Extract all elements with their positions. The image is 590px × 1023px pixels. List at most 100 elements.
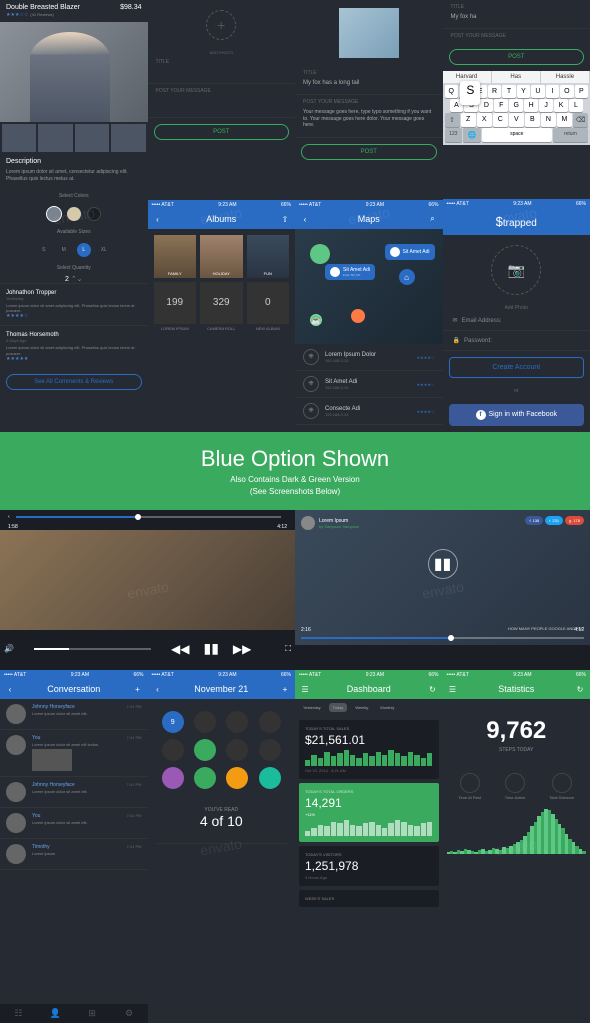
conversation-item[interactable]: Johnny Horseyface7:41 PM Lorem ipsum dol… <box>0 777 148 808</box>
calendar-day[interactable] <box>259 767 281 789</box>
kb-key[interactable]: Z <box>461 113 476 127</box>
kb-key[interactable]: X <box>477 113 492 127</box>
conversation-item[interactable]: Timothy7:41 PM Lorem ipsum <box>0 839 148 870</box>
calendar-day[interactable] <box>259 711 281 733</box>
add-icon[interactable]: + <box>132 683 144 695</box>
kb-key[interactable]: L <box>569 99 583 112</box>
kb-key[interactable]: B <box>525 113 540 127</box>
kb-key[interactable]: N <box>541 113 556 127</box>
kb-key[interactable]: C <box>493 113 508 127</box>
back-icon[interactable]: ‹ <box>152 683 164 695</box>
calendar-day[interactable] <box>226 767 248 789</box>
kb-key[interactable]: O <box>560 85 573 98</box>
message-input[interactable] <box>148 98 296 118</box>
kb-key[interactable]: SS <box>464 99 478 112</box>
album[interactable]: HOLIDAY <box>200 235 243 278</box>
photo-preview[interactable] <box>339 8 399 58</box>
tab-icon[interactable]: 👤 <box>37 1008 74 1019</box>
size-option[interactable]: S <box>37 243 51 257</box>
back-icon[interactable]: ‹ <box>8 514 10 520</box>
kb-space[interactable]: space <box>482 128 552 142</box>
map-pin-icon[interactable] <box>310 244 330 264</box>
thumbnail[interactable] <box>75 124 109 152</box>
kb-key[interactable]: Y <box>517 85 530 98</box>
menu-icon[interactable]: ☰ <box>299 683 311 695</box>
album[interactable]: 0 <box>247 282 290 325</box>
add-photo-button[interactable]: 📷 <box>491 245 541 295</box>
kb-key[interactable]: M <box>557 113 572 127</box>
conversation-item[interactable]: You7:41 PM Lorem ipsum dolor sit amet el… <box>0 808 148 839</box>
title-input[interactable] <box>148 69 296 84</box>
search-icon[interactable]: ⌕ <box>426 213 438 225</box>
post-button[interactable]: POST <box>154 124 290 140</box>
kb-key[interactable]: J <box>539 99 553 112</box>
pause-button[interactable]: ▮▮ <box>204 640 219 657</box>
calendar-day[interactable] <box>162 767 184 789</box>
thumbnail[interactable] <box>111 124 145 152</box>
kb-key[interactable]: F <box>494 99 508 112</box>
kb-return[interactable]: return <box>553 128 588 142</box>
kb-suggestion[interactable]: Hassle <box>541 71 590 83</box>
location-item[interactable]: ⎈Consecte Adi192.168.0.13★★★★☆ <box>295 398 443 425</box>
qty-stepper[interactable]: ⌃⌄ <box>71 276 83 283</box>
video-canvas[interactable] <box>0 530 295 630</box>
calendar-day[interactable] <box>259 739 281 761</box>
album[interactable]: 329 <box>200 282 243 325</box>
size-option[interactable]: L <box>77 243 91 257</box>
back-icon[interactable]: ‹ <box>299 213 311 225</box>
tab-icon[interactable]: ⚙ <box>111 1008 148 1019</box>
thumbnail[interactable] <box>38 124 72 152</box>
thumbnail[interactable] <box>2 124 36 152</box>
kb-suggestion[interactable]: Has <box>492 71 541 83</box>
next-button[interactable]: ▶▶ <box>233 642 251 656</box>
map-pin-icon[interactable]: ☕ <box>310 314 322 326</box>
dash-tab[interactable]: Monthly <box>376 703 398 712</box>
video-canvas[interactable]: Lorem Ipsumby Sampson Sampson f138 t231 … <box>295 510 590 645</box>
size-option[interactable]: M <box>57 243 71 257</box>
kb-numeric[interactable]: 123 <box>445 128 463 142</box>
twitter-count[interactable]: t231 <box>545 516 563 525</box>
google-count[interactable]: g178 <box>565 516 584 525</box>
kb-shift[interactable]: ⇧ <box>445 113 460 127</box>
play-button[interactable]: ▮▮ <box>428 549 458 579</box>
kb-globe[interactable]: 🌐 <box>463 128 481 142</box>
create-account-button[interactable]: Create Account <box>449 357 585 378</box>
album[interactable]: FUN <box>247 235 290 278</box>
title-input[interactable]: My fox has a long tail <box>295 80 443 95</box>
location-item[interactable]: ⎈Lorem Ipsum Dolor192.168.0.13★★★★☆ <box>295 344 443 371</box>
map-callout[interactable]: Sit Amet AdiFrom NY, NY <box>325 264 375 280</box>
post-button[interactable]: POST <box>301 144 437 160</box>
message-input[interactable]: Your message goes here, type typo someth… <box>295 109 443 138</box>
refresh-icon[interactable]: ↻ <box>427 683 439 695</box>
calendar-day[interactable] <box>194 711 216 733</box>
menu-icon[interactable]: ☰ <box>447 683 459 695</box>
location-item[interactable]: ⎈Sit Amet Adi192.168.0.13★★★★☆ <box>295 371 443 398</box>
volume-icon[interactable]: 🔊 <box>4 644 14 653</box>
kb-backspace[interactable]: ⌫ <box>573 113 588 127</box>
message-image[interactable] <box>32 749 72 771</box>
calendar-day[interactable] <box>162 739 184 761</box>
map-pin-icon[interactable] <box>351 309 365 323</box>
back-icon[interactable]: ‹ <box>4 683 16 695</box>
map-callout[interactable]: Sit Amet Adi <box>385 244 435 260</box>
calendar-day[interactable] <box>226 711 248 733</box>
kb-key[interactable]: Q <box>445 85 458 98</box>
color-swatch[interactable] <box>47 207 61 221</box>
dash-tab[interactable]: Weekly <box>351 703 372 712</box>
calendar-day[interactable]: 9 <box>162 711 184 733</box>
map-canvas[interactable]: Sit Amet Adi Sit Amet AdiFrom NY, NY ⌂ ☕ <box>295 229 443 344</box>
calendar-day[interactable] <box>226 739 248 761</box>
facebook-count[interactable]: f138 <box>525 516 543 525</box>
album[interactable]: FAMILY <box>154 235 197 278</box>
album[interactable]: 199 <box>154 282 197 325</box>
tab-icon[interactable]: ☷ <box>0 1008 37 1019</box>
password-field[interactable]: 🔒Password: <box>443 331 590 351</box>
prev-button[interactable]: ◀◀ <box>171 642 189 656</box>
all-reviews-button[interactable]: See All Comments & Reviews <box>6 374 142 390</box>
email-field[interactable]: ✉Email Address: <box>443 311 590 331</box>
color-swatch[interactable] <box>87 207 101 221</box>
product-image[interactable] <box>0 22 148 122</box>
conversation-item[interactable]: You7:41 PM Lorem ipsum dolor sit amet el… <box>0 730 148 777</box>
map-pin-icon[interactable]: ⌂ <box>399 269 415 285</box>
calendar-day[interactable] <box>194 739 216 761</box>
